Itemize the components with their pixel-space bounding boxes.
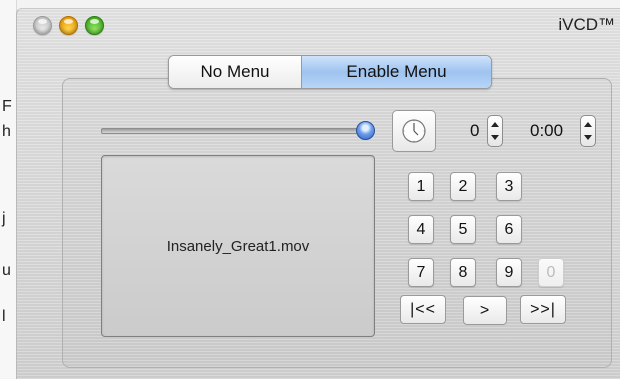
close-button[interactable] [33,16,52,35]
stepper-up-arrow-icon[interactable] [584,122,592,127]
chapter-stepper[interactable] [487,115,503,147]
background-char: u [2,262,11,279]
file-name-label: Insanely_Great1.mov [166,237,310,255]
keypad-2-button[interactable]: 2 [450,172,476,201]
stepper-up-arrow-icon[interactable] [491,122,499,127]
clock-button[interactable] [392,110,436,152]
menu-toggle-segmented-control: No Menu Enable Menu [168,55,492,89]
keypad-0-button: 0 [538,258,564,287]
keypad-5-button[interactable]: 5 [450,215,476,244]
video-display[interactable]: Insanely_Great1.mov [101,155,375,337]
stepper-down-arrow-icon[interactable] [491,135,499,140]
keypad-6-button[interactable]: 6 [496,215,522,244]
background-char: j [2,210,6,227]
play-button[interactable]: > [463,296,507,325]
background-char: h [2,123,11,140]
time-value: 0:00 [530,121,564,140]
keypad-9-button[interactable]: 9 [496,258,522,287]
time-stepper[interactable] [580,115,596,147]
position-slider-track[interactable] [101,128,365,134]
minimize-button[interactable] [59,16,78,35]
keypad-7-button[interactable]: 7 [408,258,434,287]
keypad-8-button[interactable]: 8 [450,258,476,287]
keypad-1-button[interactable]: 1 [408,172,434,201]
zoom-button[interactable] [85,16,104,35]
previous-chapter-button[interactable]: |<< [400,295,446,324]
window-title: iVCD™ [558,15,615,34]
background-window-strip: F h j u l [0,0,17,378]
stepper-down-arrow-icon[interactable] [584,135,592,140]
keypad-4-button[interactable]: 4 [408,215,434,244]
background-char: F [2,98,12,115]
chapter-value: 0 [470,121,480,140]
keypad-3-button[interactable]: 3 [496,172,522,201]
clock-icon [402,119,426,143]
background-char: l [2,308,6,325]
no-menu-segment[interactable]: No Menu [169,56,302,88]
title-bar[interactable]: iVCD™ [17,9,620,41]
next-chapter-button[interactable]: >>| [520,295,566,324]
enable-menu-segment[interactable]: Enable Menu [302,56,491,88]
position-slider-knob[interactable] [355,121,375,140]
